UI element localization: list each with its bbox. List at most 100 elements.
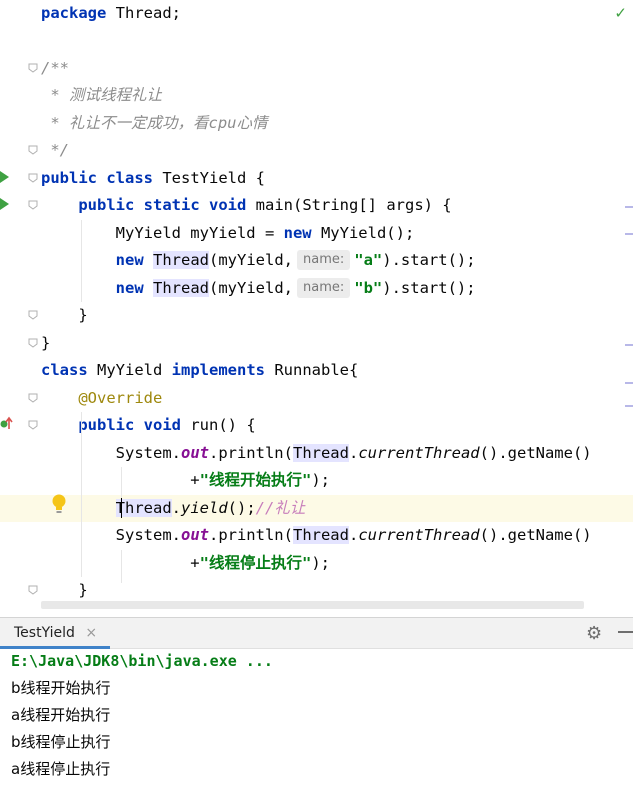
override-method-icon[interactable] xyxy=(0,415,14,431)
code-line-text[interactable]: public void run() { xyxy=(41,412,255,439)
code-token: System. xyxy=(41,444,181,462)
fold-icon[interactable] xyxy=(28,338,38,348)
code-line[interactable]: Thread.yield();//礼让 xyxy=(0,495,633,522)
code-line[interactable]: public class TestYield { xyxy=(0,165,633,192)
code-line[interactable]: class MyYield implements Runnable{ xyxy=(0,357,633,384)
code-token: System. xyxy=(41,526,181,544)
code-line[interactable]: +"线程开始执行"); xyxy=(0,467,633,494)
code-line-text[interactable]: new Thread(myYield, name: "b").start(); xyxy=(41,275,476,302)
code-line[interactable]: MyYield myYield = new MyYield(); xyxy=(0,220,633,247)
code-editor[interactable]: package Thread; /** * 测试线程礼让 * 礼让不一定成功，看c… xyxy=(0,0,633,612)
code-line[interactable]: * 测试线程礼让 xyxy=(0,82,633,109)
code-token: } xyxy=(41,581,88,599)
fold-icon[interactable] xyxy=(28,393,38,403)
code-token: package xyxy=(41,4,107,22)
scroll-marker[interactable] xyxy=(625,405,633,407)
code-line[interactable]: @Override xyxy=(0,385,633,412)
code-line[interactable]: public void run() { xyxy=(0,412,633,439)
fold-icon[interactable] xyxy=(28,585,38,595)
code-token: currentThread xyxy=(358,444,480,462)
code-line-text[interactable]: } xyxy=(41,577,88,604)
run-main-icon[interactable] xyxy=(0,198,9,210)
scroll-marker[interactable] xyxy=(625,382,633,384)
code-line[interactable]: +"线程停止执行"); xyxy=(0,550,633,577)
code-token: "线程停止执行" xyxy=(199,554,312,572)
minimize-icon[interactable] xyxy=(618,631,633,633)
code-line-text[interactable]: * 测试线程礼让 xyxy=(41,82,162,109)
scroll-marker[interactable] xyxy=(625,206,633,208)
code-token: Thread xyxy=(153,279,209,297)
fold-icon[interactable] xyxy=(28,200,38,210)
run-tab-label: TestYield xyxy=(14,625,75,641)
code-line-text[interactable]: } xyxy=(41,330,50,357)
code-token: yield xyxy=(181,499,228,517)
code-line[interactable]: System.out.println(Thread.currentThread(… xyxy=(0,440,633,467)
code-line[interactable] xyxy=(0,27,633,54)
intention-bulb-icon[interactable] xyxy=(51,493,67,515)
console-output-line: a线程停止执行 xyxy=(11,760,111,778)
code-token: MyYield myYield = xyxy=(41,224,284,242)
code-line-text[interactable]: * 礼让不一定成功，看cpu心情 xyxy=(41,110,267,137)
code-token: Thread xyxy=(292,444,349,462)
parameter-hint: name: xyxy=(297,278,351,298)
code-line[interactable]: * 礼让不一定成功，看cpu心情 xyxy=(0,110,633,137)
code-token: (); xyxy=(227,499,256,517)
code-token: class xyxy=(41,361,88,379)
code-token: //礼让 xyxy=(255,499,306,517)
code-token: out xyxy=(180,444,209,462)
fold-icon[interactable] xyxy=(28,420,38,430)
close-tab-icon[interactable]: × xyxy=(85,625,97,641)
code-token: class xyxy=(106,169,154,187)
scroll-marker[interactable] xyxy=(625,233,633,235)
code-token: ().getName() xyxy=(479,444,592,462)
code-line-text[interactable]: new Thread(myYield, name: "a").start(); xyxy=(41,247,476,274)
fold-icon[interactable] xyxy=(28,310,38,320)
gear-icon[interactable]: ⚙ xyxy=(586,623,602,644)
horizontal-scrollbar[interactable] xyxy=(41,601,584,609)
code-line-text[interactable]: +"线程停止执行"); xyxy=(41,550,330,577)
fold-icon[interactable] xyxy=(28,63,38,73)
code-line[interactable]: package Thread; xyxy=(0,0,633,27)
code-token: */ xyxy=(41,141,69,159)
code-line[interactable]: */ xyxy=(0,137,633,164)
code-line-text[interactable]: +"线程开始执行"); xyxy=(41,467,330,494)
fold-icon[interactable] xyxy=(28,173,38,183)
code-token: MyYield xyxy=(87,361,172,379)
console-output-line: b线程停止执行 xyxy=(11,733,111,751)
code-line-text[interactable]: System.out.println(Thread.currentThread(… xyxy=(41,522,592,549)
code-token: Thread; xyxy=(106,4,181,22)
code-line-text[interactable]: */ xyxy=(41,137,69,164)
code-line-text[interactable]: System.out.println(Thread.currentThread(… xyxy=(41,440,592,467)
code-token: Runnable{ xyxy=(265,361,359,379)
code-line-text[interactable]: } xyxy=(41,302,87,329)
code-line[interactable]: new Thread(myYield, name: "a").start(); xyxy=(0,247,633,274)
code-line-text[interactable]: /** xyxy=(41,55,69,82)
code-line-text[interactable]: MyYield myYield = new MyYield(); xyxy=(41,220,415,247)
run-class-icon[interactable] xyxy=(0,171,9,183)
code-line[interactable]: /** xyxy=(0,55,633,82)
code-line-text[interactable]: public static void main(String[] args) { xyxy=(41,192,451,219)
code-token: Thread xyxy=(153,251,209,269)
scroll-marker[interactable] xyxy=(625,344,633,346)
code-line[interactable]: System.out.println(Thread.currentThread(… xyxy=(0,522,633,549)
code-line-text[interactable]: package Thread; xyxy=(41,0,181,27)
code-line-text[interactable]: public class TestYield { xyxy=(41,165,265,192)
code-token: "a" xyxy=(354,251,383,269)
code-token: @Override xyxy=(78,389,163,407)
run-tab[interactable]: TestYield × xyxy=(0,618,105,648)
code-line-text[interactable]: @Override xyxy=(41,385,162,412)
code-token: . xyxy=(171,499,181,517)
inspection-ok-check-icon[interactable]: ✓ xyxy=(614,4,627,22)
code-line[interactable]: } xyxy=(0,330,633,357)
code-line[interactable]: public static void main(String[] args) { xyxy=(0,192,633,219)
code-line[interactable]: } xyxy=(0,577,633,604)
code-line-text[interactable]: class MyYield implements Runnable{ xyxy=(41,357,358,384)
fold-icon[interactable] xyxy=(28,145,38,155)
code-line[interactable]: new Thread(myYield, name: "b").start(); xyxy=(0,275,633,302)
code-line[interactable]: } xyxy=(0,302,633,329)
code-token: ().getName() xyxy=(479,526,592,544)
